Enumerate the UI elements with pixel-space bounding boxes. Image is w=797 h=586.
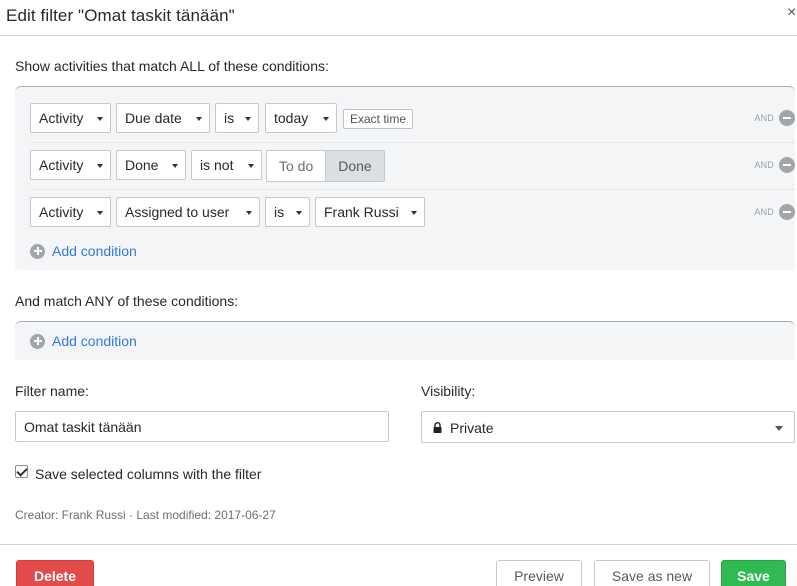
condition-row: Activity Done is not To do Done AND <box>30 141 795 188</box>
dialog-title: Edit filter "Omat taskit tänään" <box>6 6 235 25</box>
remove-condition-icon[interactable] <box>779 157 795 173</box>
chevron-down-icon <box>97 164 103 168</box>
and-label: AND <box>754 160 774 170</box>
any-conditions-label: And match ANY of these conditions: <box>15 293 239 309</box>
field-select[interactable]: Done <box>116 150 186 180</box>
operator-select-value: is not <box>200 157 234 173</box>
chevron-down-icon <box>248 164 254 168</box>
visibility-label: Visibility: <box>421 383 476 399</box>
chevron-down-icon <box>411 211 417 215</box>
add-condition-any-button[interactable]: Add condition <box>30 331 137 351</box>
chevron-down-icon <box>775 426 783 431</box>
add-condition-label: Add condition <box>52 243 137 259</box>
visibility-value: Private <box>450 420 494 436</box>
value-select-value: today <box>274 110 309 126</box>
delete-button[interactable]: Delete <box>16 560 94 586</box>
any-conditions-panel: Add condition <box>15 321 795 360</box>
field-select[interactable]: Due date <box>116 103 210 133</box>
plus-icon <box>30 333 45 349</box>
dialog-header: Edit filter "Omat taskit tänään" × <box>0 0 797 36</box>
preview-button[interactable]: Preview <box>496 560 582 586</box>
close-icon[interactable]: × <box>787 4 796 22</box>
creator-meta: Creator: Frank Russi · Last modified: 20… <box>15 508 276 522</box>
field-select[interactable]: Assigned to user <box>116 197 260 227</box>
lock-icon <box>433 422 442 433</box>
toggle-option-done[interactable]: Done <box>325 151 384 181</box>
entity-select[interactable]: Activity <box>30 103 111 133</box>
entity-select-value: Activity <box>39 204 84 220</box>
condition-row: Activity Due date is today Exact time AN… <box>30 94 795 141</box>
operator-select-value: is <box>274 204 285 220</box>
entity-select[interactable]: Activity <box>30 150 111 180</box>
save-columns-label: Save selected columns with the filter <box>35 466 262 482</box>
condition-row: Activity Assigned to user is Frank Russi… <box>30 188 795 235</box>
filter-name-label: Filter name: <box>15 383 89 399</box>
remove-condition-icon[interactable] <box>779 204 795 220</box>
entity-select[interactable]: Activity <box>30 197 111 227</box>
remove-condition-icon[interactable] <box>779 110 795 126</box>
field-select-value: Due date <box>125 110 182 126</box>
value-select[interactable]: today <box>265 103 337 133</box>
exact-time-button[interactable]: Exact time <box>343 109 414 129</box>
filter-name-input[interactable] <box>15 411 389 442</box>
save-as-new-button[interactable]: Save as new <box>594 560 710 586</box>
operator-select[interactable]: is <box>265 197 310 227</box>
chevron-down-icon <box>97 117 103 121</box>
field-select-value: Done <box>125 157 159 173</box>
save-columns-checkbox[interactable] <box>15 465 28 478</box>
operator-select[interactable]: is not <box>191 150 262 180</box>
field-select-value: Assigned to user <box>125 204 230 220</box>
chevron-down-icon <box>246 211 252 215</box>
entity-select-value: Activity <box>39 157 84 173</box>
operator-select[interactable]: is <box>215 103 259 133</box>
value-select[interactable]: Frank Russi <box>315 197 425 227</box>
chevron-down-icon <box>323 117 329 121</box>
entity-select-value: Activity <box>39 110 84 126</box>
chevron-down-icon <box>97 211 103 215</box>
done-toggle: To do Done <box>266 150 385 182</box>
value-select-value: Frank Russi <box>324 204 399 220</box>
operator-select-value: is <box>224 110 235 126</box>
toggle-option-todo[interactable]: To do <box>267 151 325 181</box>
chevron-down-icon <box>296 211 302 215</box>
visibility-select[interactable]: Private <box>421 411 795 443</box>
add-condition-label: Add condition <box>52 333 137 349</box>
chevron-down-icon <box>172 164 178 168</box>
all-conditions-label: Show activities that match ALL of these … <box>15 58 329 74</box>
all-conditions-panel: Activity Due date is today Exact time AN… <box>15 86 795 270</box>
add-condition-all-button[interactable]: Add condition <box>30 241 137 261</box>
plus-icon <box>30 243 45 259</box>
save-button[interactable]: Save <box>721 560 786 586</box>
chevron-down-icon <box>196 117 202 121</box>
chevron-down-icon <box>245 117 251 121</box>
and-label: AND <box>754 207 774 217</box>
and-label: AND <box>754 113 774 123</box>
